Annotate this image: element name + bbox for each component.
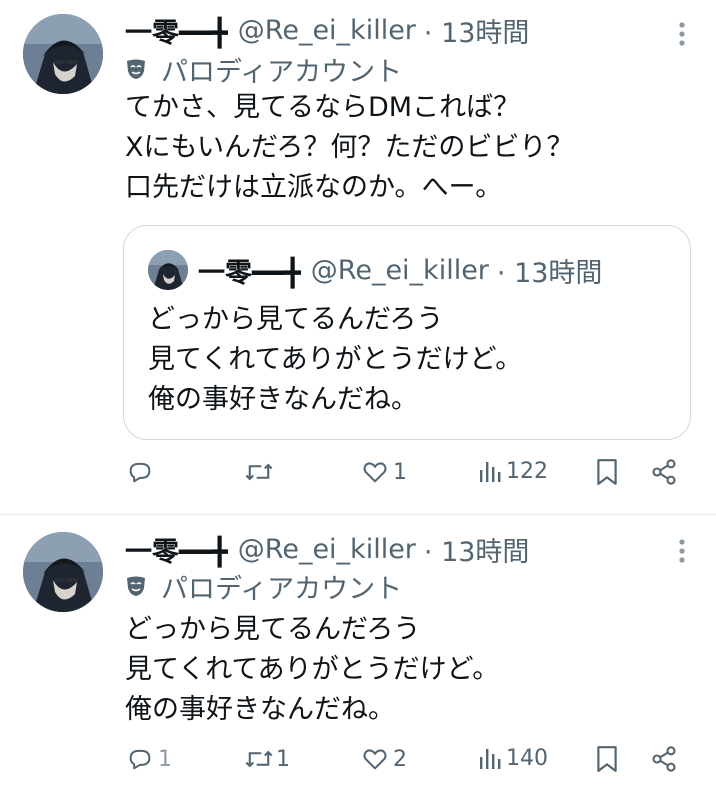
bookmark-icon — [597, 459, 617, 485]
quote-display-name: 一零━━╋ — [198, 257, 301, 289]
share-icon — [652, 459, 676, 485]
reply-button[interactable] — [126, 458, 154, 486]
views-icon — [480, 462, 501, 482]
like-icon — [363, 749, 387, 770]
parody-label: パロディアカウント — [125, 51, 403, 88]
avatar-image — [23, 14, 103, 94]
avatar-image — [23, 532, 103, 612]
timestamp[interactable]: · 13時間 — [424, 11, 530, 50]
share-button[interactable] — [650, 745, 678, 773]
reply-icon — [129, 749, 151, 770]
display-name[interactable]: 一零━━╋ — [125, 11, 228, 50]
retweet-button[interactable]: 1 — [244, 745, 290, 773]
retweet-icon — [245, 463, 273, 481]
share-icon — [652, 746, 676, 772]
handle[interactable]: @Re_ei_killer — [238, 15, 416, 46]
parody-label-text: パロディアカウント — [161, 56, 403, 88]
tweet-text: どっから見てるんだろう 見てくれてありがとうだけど。 俺の事好きなんだね。 — [125, 614, 500, 725]
like-count: 1 — [393, 459, 407, 485]
avatar[interactable] — [23, 532, 103, 612]
views-button[interactable]: 140 — [478, 745, 548, 771]
reply-button[interactable]: 1 — [126, 745, 172, 773]
handle[interactable]: @Re_ei_killer — [238, 534, 416, 565]
parody-mask-icon — [127, 576, 145, 596]
like-button[interactable]: 2 — [361, 745, 407, 773]
avatar[interactable] — [23, 14, 103, 94]
retweet-button[interactable] — [244, 458, 274, 486]
views-icon — [480, 749, 501, 769]
reply-count: 1 — [158, 746, 172, 772]
timestamp[interactable]: · 13時間 — [424, 530, 530, 569]
bookmark-button[interactable] — [596, 458, 618, 486]
quote-handle: @Re_ei_killer — [310, 254, 489, 286]
bookmark-button[interactable] — [596, 745, 618, 773]
share-button[interactable] — [650, 458, 678, 486]
like-icon — [363, 462, 387, 483]
like-count: 2 — [393, 746, 407, 772]
parody-label-text: パロディアカウント — [161, 573, 403, 605]
bookmark-icon — [597, 746, 617, 772]
parody-mask-icon — [127, 59, 145, 79]
tweet-text: てかさ、見てるならDMこれば？ Xにもいんだろ？何？ただのビビり？ 口先だけは立… — [125, 92, 574, 203]
quote-avatar — [148, 250, 188, 290]
more-icon[interactable] — [672, 22, 692, 53]
reply-icon — [129, 462, 151, 483]
retweet-count: 1 — [276, 746, 290, 772]
quote-timestamp: · 13時間 — [496, 257, 603, 289]
tweet[interactable]: 一零━━╋ @Re_ei_killer · 13時間 パロディアカウント どっか… — [0, 515, 716, 800]
retweet-icon — [245, 750, 273, 768]
like-button[interactable]: 1 — [361, 458, 407, 486]
display-name[interactable]: 一零━━╋ — [125, 530, 228, 569]
views-count: 122 — [506, 458, 548, 484]
tweet[interactable]: 一零━━╋ @Re_ei_killer · 13時間 パロディアカウント てかさ… — [0, 0, 716, 514]
quote-text: どっから見てるんだろう 見てくれてありがとうだけど。 俺の事好きなんだね。 — [148, 304, 523, 415]
action-bar: 1 122 — [0, 458, 716, 498]
parody-label: パロディアカウント — [125, 568, 403, 605]
views-count: 140 — [506, 745, 548, 771]
quoted-tweet[interactable]: 一零━━╋ @Re_ei_killer · 13時間 どっから見てるんだろう 見… — [123, 225, 691, 440]
more-icon[interactable] — [672, 539, 692, 570]
views-button[interactable]: 122 — [478, 458, 548, 484]
action-bar: 1 1 2 140 — [0, 745, 716, 785]
